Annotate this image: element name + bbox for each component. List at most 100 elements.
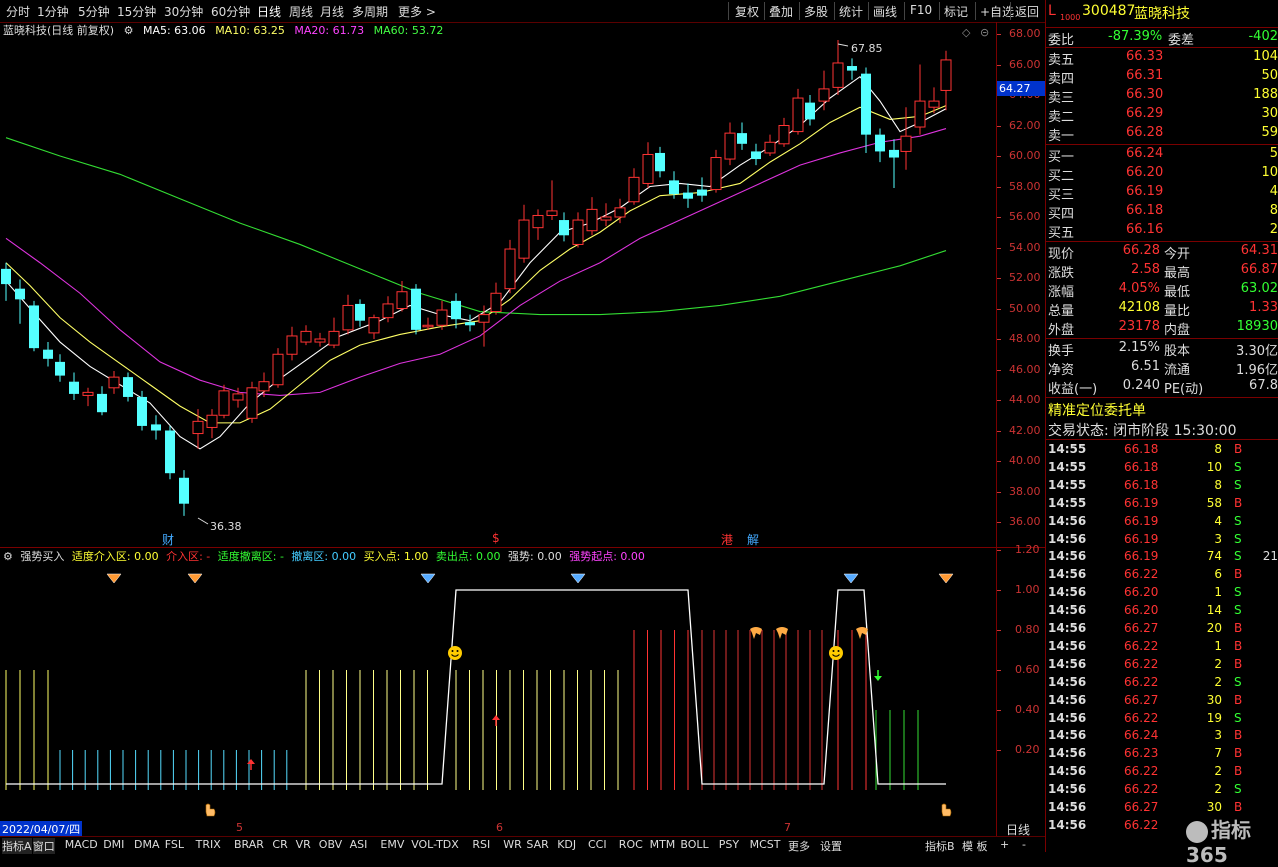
indicator-tab[interactable]: MTM — [650, 838, 676, 851]
tf-daily[interactable]: 日线 — [257, 3, 281, 20]
bid-row[interactable]: 买二 66.20 10 — [1046, 165, 1278, 184]
candle — [655, 146, 665, 178]
bid-price: 66.24 — [1126, 146, 1164, 161]
diamond-icon[interactable]: ◇ — [962, 26, 970, 39]
candle — [559, 212, 569, 242]
price-tick: 44.00 — [1009, 393, 1041, 406]
tf-multi[interactable]: 多周期 — [352, 3, 388, 20]
collapse-icon[interactable]: ⊝ — [980, 26, 989, 39]
indicator-tab[interactable]: CR — [272, 838, 287, 851]
add-watchlist-button[interactable]: +自选 — [980, 3, 1014, 20]
tick-row: 14:56 66.19 3 S — [1046, 532, 1278, 550]
bid-price: 66.18 — [1126, 203, 1164, 218]
cursor-date: 2022/04/07/四 — [0, 821, 83, 837]
tick-row: 14:56 66.22 2 S — [1046, 675, 1278, 693]
tick-time: 14:56 — [1048, 656, 1087, 671]
ask-row[interactable]: 卖五 66.33 104 — [1046, 49, 1278, 68]
tick-time: 14:56 — [1048, 782, 1087, 797]
indicator-chart[interactable] — [0, 564, 996, 821]
tick-direction: B — [1234, 800, 1243, 814]
tf-15min[interactable]: 15分钟 — [117, 3, 156, 20]
timeframe-toolbar: 分时 1分钟 5分钟 15分钟 30分钟 60分钟 日线 周线 月线 多周期 更… — [0, 0, 1045, 23]
indicator-tab[interactable]: BRAR — [234, 838, 264, 851]
candle — [314, 332, 326, 347]
indicator-tab[interactable]: MACD — [65, 838, 98, 851]
indicator-tab[interactable]: VR — [296, 838, 311, 851]
candle — [43, 342, 53, 367]
indicator-tab[interactable]: BOLL — [680, 838, 708, 851]
bid-row[interactable]: 买四 66.18 8 — [1046, 203, 1278, 222]
indicator-tab[interactable]: MCST — [750, 838, 781, 851]
tf-60min[interactable]: 60分钟 — [211, 3, 250, 20]
chart-title: 蓝晓科技(日线 前复权) — [3, 24, 115, 37]
back-button[interactable]: 返回 — [1015, 3, 1039, 20]
tick-price: 66.22 — [1124, 567, 1159, 582]
tf-weekly[interactable]: 周线 — [289, 3, 313, 20]
indicator-tab[interactable]: WR — [503, 838, 522, 851]
tick-direction: S — [1234, 603, 1242, 618]
candle — [165, 425, 175, 480]
tf-monthly[interactable]: 月线 — [320, 3, 344, 20]
ask-row[interactable]: 卖一 66.28 59 — [1046, 125, 1278, 144]
marker-finance[interactable]: 财 — [162, 531, 174, 548]
indicator-tab[interactable]: TRIX — [196, 838, 221, 851]
marker-dollar[interactable]: $ — [492, 531, 500, 545]
indicator-tab[interactable]: FSL — [165, 838, 184, 851]
f10-button[interactable]: F10 — [910, 3, 932, 17]
ask-row[interactable]: 卖二 66.29 30 — [1046, 106, 1278, 125]
tick-time: 14:56 — [1048, 603, 1087, 618]
tf-5min[interactable]: 5分钟 — [78, 3, 110, 20]
stat-value: 64.31 — [1240, 243, 1278, 258]
tf-fenshi[interactable]: 分时 — [6, 3, 30, 20]
ask-row[interactable]: 卖四 66.31 50 — [1046, 68, 1278, 87]
indicator-tab[interactable]: OBV — [319, 838, 342, 851]
order-title[interactable]: 精准定位委托单 — [1048, 400, 1146, 420]
diamond-icon — [843, 573, 859, 584]
stats-button[interactable]: 统计 — [839, 3, 863, 20]
tick-direction: S — [1234, 782, 1242, 797]
price-tick: 36.00 — [1009, 515, 1041, 528]
tf-more[interactable]: 更多 > — [398, 3, 436, 20]
indicator-tab[interactable]: SAR — [526, 838, 548, 851]
multi-stock-button[interactable]: 多股 — [804, 3, 828, 20]
candle — [1, 262, 11, 301]
settings-icon[interactable]: ⚙ — [3, 550, 13, 563]
tick-direction: S — [1234, 674, 1242, 689]
candlestick-chart[interactable]: 67.85 36.38 — [0, 40, 996, 547]
bid-row[interactable]: 买五 66.16 2 — [1046, 222, 1278, 241]
marker-hk[interactable]: 港 — [721, 531, 733, 548]
ask-row[interactable]: 卖三 66.30 188 — [1046, 87, 1278, 106]
indicator-tab[interactable]: KDJ — [557, 838, 576, 851]
bid-row[interactable]: 买三 66.19 4 — [1046, 184, 1278, 203]
tick-direction: B — [1234, 442, 1243, 456]
draw-line-button[interactable]: 画线 — [873, 3, 897, 20]
tick-time: 14:56 — [1048, 638, 1087, 653]
indicator-name[interactable]: 强势买入 — [20, 550, 64, 563]
tick-time: 14:56 — [1048, 513, 1087, 528]
bid-row[interactable]: 买一 66.24 5 — [1046, 146, 1278, 165]
indicator-tab[interactable]: VOL-TDX — [411, 838, 459, 851]
indicator-tab[interactable]: DMA — [134, 838, 160, 851]
overlay-button[interactable]: 叠加 — [769, 3, 793, 20]
bottom-right-button[interactable]: - — [1022, 838, 1026, 851]
bid-label: 买五 — [1048, 226, 1075, 241]
ma60-line — [5, 137, 947, 316]
indicator-tab[interactable]: ASI — [350, 838, 368, 851]
ask-volume: 188 — [1253, 87, 1278, 102]
indicator-tab[interactable]: PSY — [719, 838, 739, 851]
indicator-tab[interactable]: RSI — [472, 838, 490, 851]
candle — [518, 204, 530, 263]
indicator-tab[interactable]: ROC — [619, 838, 643, 851]
fuquan-button[interactable]: 复权 — [735, 3, 759, 20]
tf-1min[interactable]: 1分钟 — [37, 3, 69, 20]
mark-button[interactable]: 标记 — [944, 3, 968, 20]
settings-icon[interactable]: ⚙ — [124, 24, 134, 37]
marker-unlock[interactable]: 解 — [747, 531, 759, 548]
tf-30min[interactable]: 30分钟 — [164, 3, 203, 20]
bottom-right-button[interactable]: + — [1000, 838, 1009, 851]
tick-volume: 2 — [1214, 674, 1222, 689]
indicator-tab[interactable]: EMV — [380, 838, 404, 851]
indicator-tab[interactable]: DMI — [103, 838, 124, 851]
indicator-tab[interactable]: CCI — [588, 838, 607, 851]
tick-time: 14:56 — [1048, 621, 1087, 635]
